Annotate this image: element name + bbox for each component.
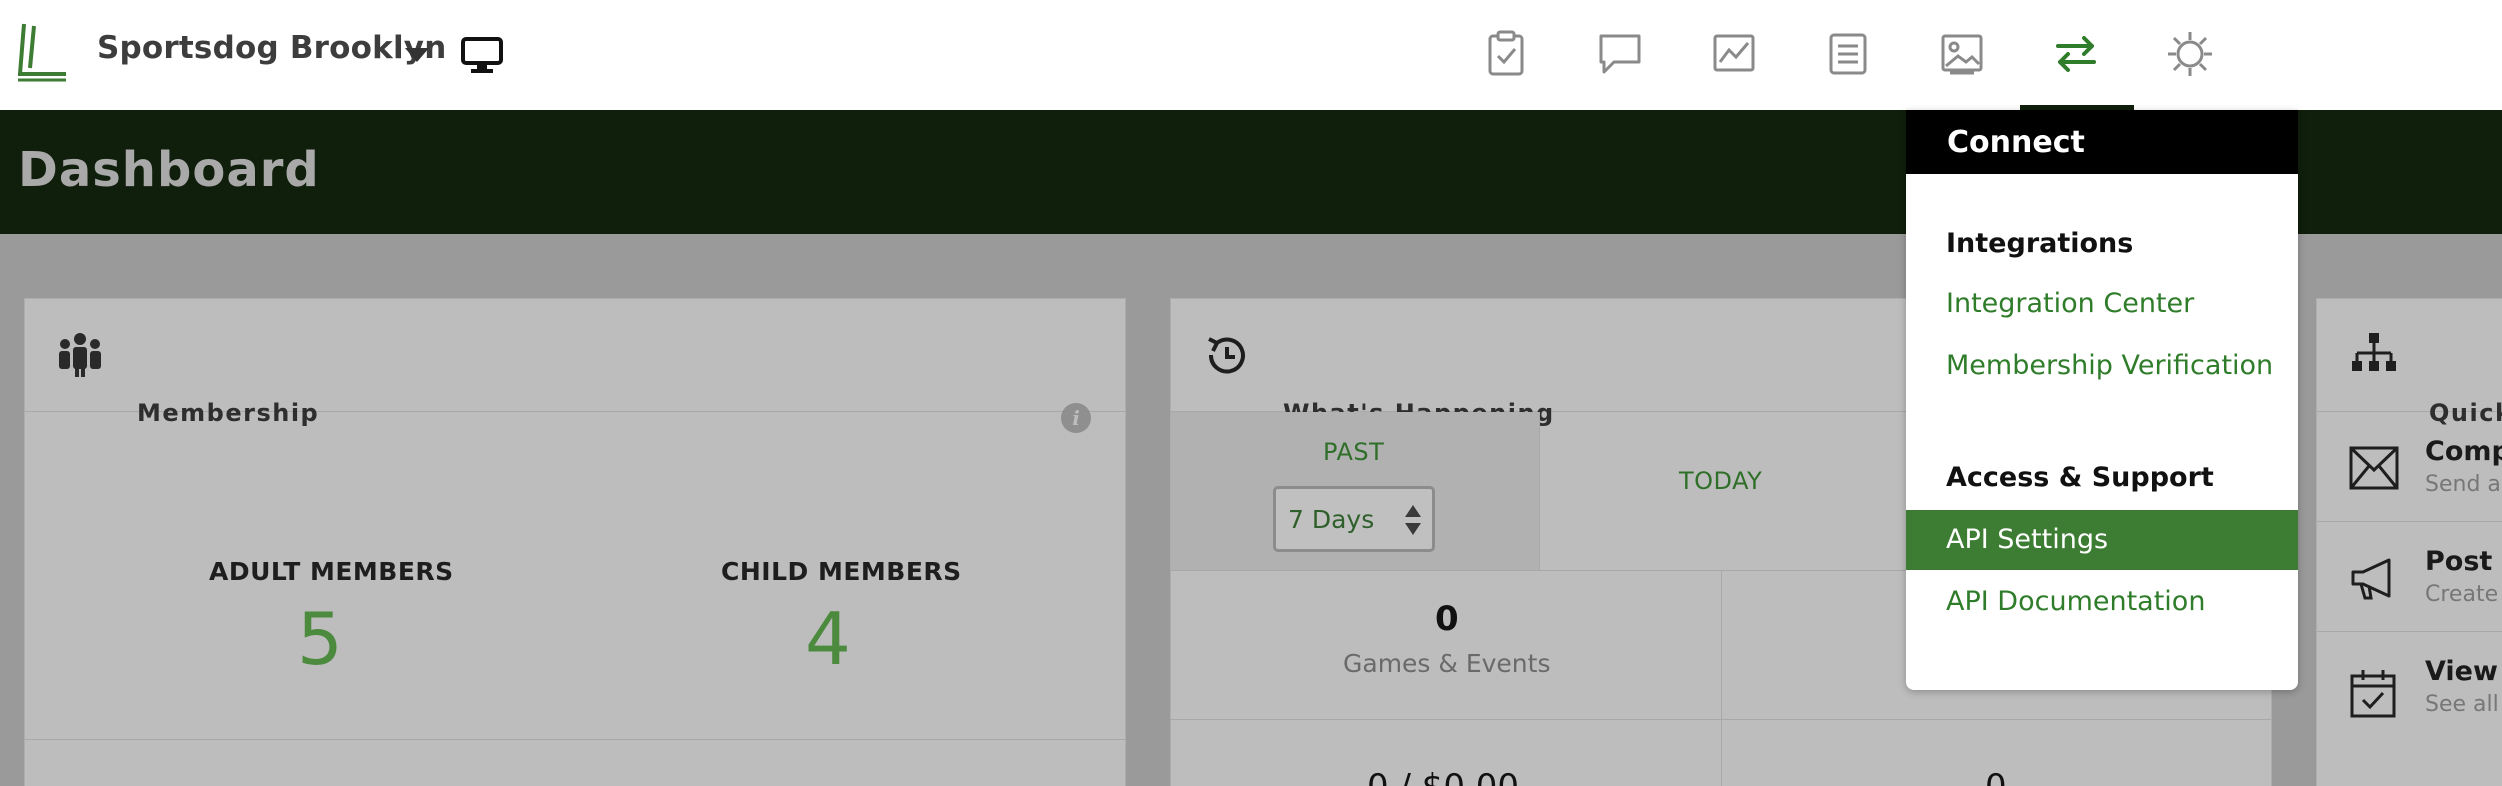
period-value: 7 Days: [1288, 505, 1375, 534]
org-chart-icon: [2352, 333, 2396, 371]
league-logo-icon[interactable]: [16, 22, 68, 84]
analytics-icon[interactable]: [1708, 28, 1760, 80]
menu-item-label: API Settings: [1946, 524, 2109, 555]
divider: [1539, 412, 1540, 570]
games-events-label: Games & Events: [1343, 649, 1551, 678]
info-icon[interactable]: i: [1061, 403, 1091, 433]
envelope-icon: [2349, 446, 2399, 490]
quick-action-title: View: [2425, 656, 2498, 687]
tab-today[interactable]: TODAY: [1679, 467, 1762, 495]
page-title: Dashboard: [18, 142, 320, 198]
quick-action-title: Comp: [2425, 436, 2502, 467]
divider: [1721, 570, 1722, 786]
quick-action-title: Post a: [2425, 546, 2502, 577]
card-header: [25, 299, 1125, 412]
quick-action-subtitle: See all: [2425, 692, 2499, 717]
transfer-arrows-icon[interactable]: [2050, 28, 2102, 80]
calendar-check-icon: [2350, 670, 2396, 718]
sort-arrows-icon: [1405, 505, 1421, 535]
people-group-icon: [59, 333, 101, 377]
money-value: 0 / $0.00: [1367, 767, 1519, 786]
stat-value: 0: [1985, 767, 2007, 786]
period-select[interactable]: 7 Days: [1273, 486, 1435, 552]
menu-item-integration-center[interactable]: Integration Center: [1946, 288, 2194, 319]
dropdown-header: Connect: [1906, 110, 2298, 174]
history-clock-icon: [1208, 337, 1245, 374]
quick-action-view[interactable]: View See all: [2317, 632, 2502, 742]
tab-past[interactable]: PAST 7 Days: [1171, 412, 1539, 570]
settings-gear-icon[interactable]: [2164, 28, 2216, 80]
quick-action-subtitle: Send a: [2425, 472, 2501, 497]
quick-actions-card: Quick Comp Send a Post a Create View See…: [2316, 298, 2502, 786]
divider: [1171, 719, 2271, 720]
connect-dropdown-menu: Connect Integrations Integration Center …: [1906, 110, 2298, 690]
chat-icon[interactable]: [1594, 28, 1646, 80]
quick-action-subtitle: Create: [2425, 582, 2499, 607]
past-label: PAST: [1323, 438, 1385, 466]
document-icon[interactable]: [1822, 28, 1874, 80]
organization-name[interactable]: Sportsdog Brooklyn: [97, 30, 446, 66]
membership-card: Membership i ADULT MEMBERS 5 CHILD MEMBE…: [24, 298, 1126, 786]
membership-title: Membership: [137, 399, 320, 427]
child-members-count: 4: [805, 597, 851, 681]
card-header: [2317, 299, 2502, 412]
megaphone-icon: [2351, 558, 2391, 600]
dropdown-title: Connect: [1947, 125, 2085, 160]
quick-action-post[interactable]: Post a Create: [2317, 522, 2502, 632]
section-access-support: Access & Support: [1946, 462, 2214, 493]
adult-members-label: ADULT MEMBERS: [209, 557, 454, 586]
quick-action-compose[interactable]: Comp Send a: [2317, 412, 2502, 522]
menu-item-membership-verification[interactable]: Membership Verification: [1946, 350, 2273, 381]
menu-item-api-settings[interactable]: API Settings: [1906, 510, 2298, 570]
adult-members-count: 5: [297, 597, 343, 681]
top-bar: Sportsdog Brooklyn: [0, 0, 2502, 110]
child-members-label: CHILD MEMBERS: [721, 557, 962, 586]
chevron-down-icon[interactable]: [405, 48, 429, 62]
image-icon[interactable]: [1936, 28, 1988, 80]
menu-item-api-documentation[interactable]: API Documentation: [1946, 586, 2205, 617]
divider: [25, 739, 1125, 740]
monitor-icon[interactable]: [461, 36, 503, 76]
checklist-icon[interactable]: [1480, 28, 1532, 80]
games-events-count: 0: [1435, 599, 1459, 639]
section-integrations: Integrations: [1946, 228, 2134, 259]
